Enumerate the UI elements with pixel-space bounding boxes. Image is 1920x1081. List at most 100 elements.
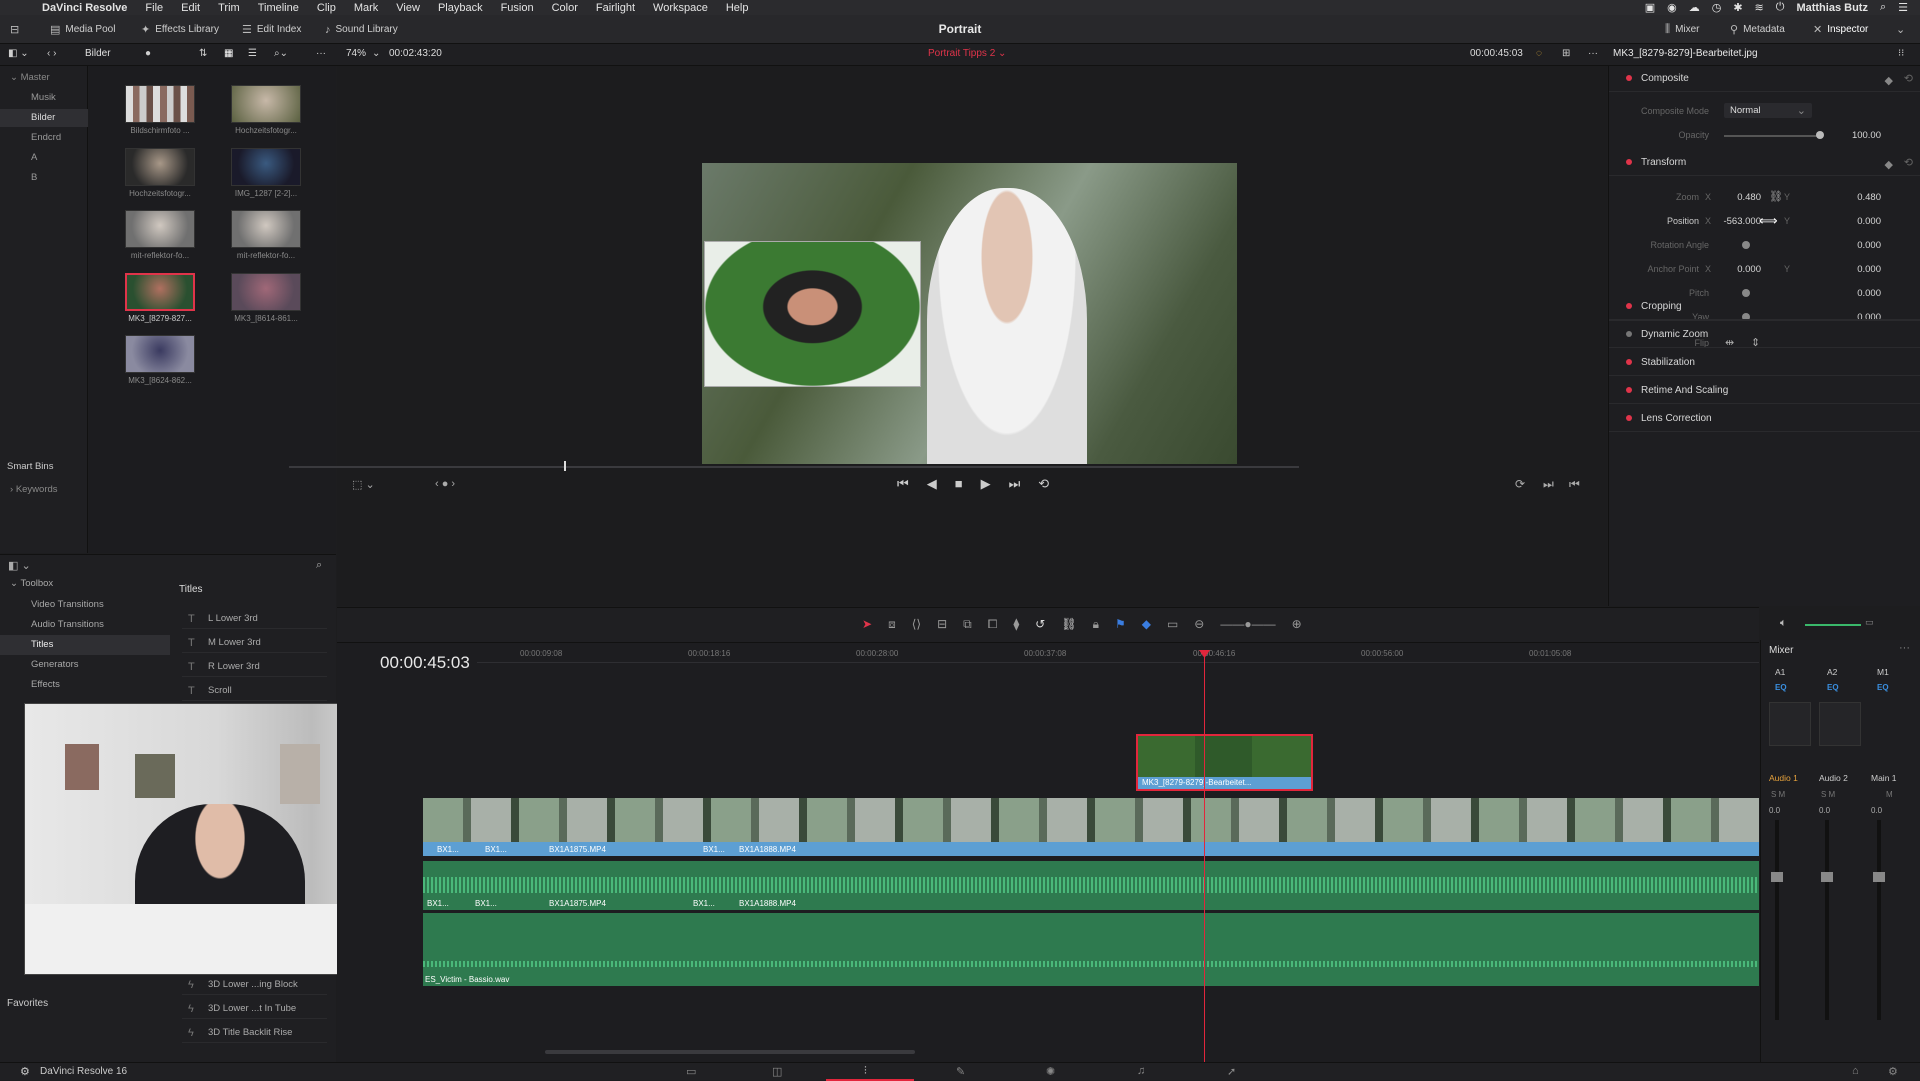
- dim-button[interactable]: ▭: [1865, 617, 1874, 628]
- fx-item[interactable]: Generators: [31, 659, 79, 670]
- expand-icon[interactable]: ⌄: [1896, 21, 1905, 38]
- zoom-y-value[interactable]: 0.480: [1829, 192, 1881, 203]
- fx-item[interactable]: Video Transitions: [31, 599, 104, 610]
- media-thumbnail[interactable]: [125, 85, 195, 123]
- eq-button[interactable]: EQ: [1775, 683, 1787, 692]
- eq-button[interactable]: EQ: [1877, 683, 1889, 692]
- media-thumbnail[interactable]: [231, 148, 301, 186]
- options-icon[interactable]: ···: [316, 48, 326, 59]
- timeline-scrollbar[interactable]: [545, 1050, 915, 1054]
- flag-icon[interactable]: ⚑: [1115, 617, 1126, 632]
- deliver-page-icon[interactable]: ➚: [1227, 1065, 1236, 1078]
- toggle-icon[interactable]: [1626, 75, 1632, 81]
- bin-item[interactable]: A: [0, 149, 88, 167]
- media-thumbnail[interactable]: [125, 148, 195, 186]
- title-preset[interactable]: TR Lower 3rd: [182, 657, 327, 677]
- title-preset[interactable]: ϟ 3D Title Backlit Rise: [182, 1023, 327, 1043]
- menu-help[interactable]: Help: [726, 2, 749, 14]
- search-icon[interactable]: ⌕: [1880, 1, 1886, 14]
- media-pool-button[interactable]: ▤ Media Pool: [50, 21, 115, 38]
- viewer-options-icon[interactable]: ···: [1588, 48, 1598, 59]
- toggle-icon[interactable]: [1626, 331, 1632, 337]
- size-slider[interactable]: ●: [145, 48, 151, 59]
- menu-color[interactable]: Color: [552, 2, 578, 14]
- solo-mute-buttons[interactable]: S M: [1821, 790, 1835, 799]
- menu-edit[interactable]: Edit: [181, 2, 200, 14]
- media-thumbnail[interactable]: [125, 210, 195, 248]
- volume-icon[interactable]: 🔈︎: [1780, 617, 1787, 630]
- prev-edit-icon[interactable]: ⏮: [1569, 477, 1580, 492]
- toggle-icon[interactable]: [1626, 159, 1632, 165]
- bin-master[interactable]: ⌄ Master: [0, 69, 88, 87]
- dual-viewer-icon[interactable]: ⊞: [1562, 48, 1570, 59]
- next-edit-icon[interactable]: ⏭: [1543, 477, 1554, 492]
- title-preset[interactable]: ϟ 3D Lower ...t In Tube: [182, 999, 327, 1019]
- bin-item[interactable]: Bilder: [0, 109, 88, 127]
- composite-mode-dropdown[interactable]: Normal ⌄: [1724, 103, 1812, 118]
- title-preset[interactable]: TL Lower 3rd: [182, 609, 327, 629]
- menu-view[interactable]: View: [396, 2, 420, 14]
- overwrite-clip-icon[interactable]: ⧠: [988, 617, 998, 632]
- menu-clip[interactable]: Clip: [317, 2, 336, 14]
- menu-playback[interactable]: Playback: [438, 2, 483, 14]
- viewer-frame[interactable]: [702, 163, 1237, 464]
- toggle-icon[interactable]: [1626, 359, 1632, 365]
- settings-gear-icon[interactable]: ⚙: [1888, 1065, 1898, 1078]
- loop-icon[interactable]: ⟲: [1038, 476, 1049, 492]
- viewer-zoom[interactable]: 74%: [346, 48, 366, 59]
- rotation-value[interactable]: 0.000: [1829, 240, 1881, 251]
- scrubber-playhead[interactable]: [564, 461, 566, 471]
- workspace-toggle-icon[interactable]: ⊟: [10, 21, 19, 38]
- home-icon[interactable]: ⌂: [1852, 1065, 1859, 1077]
- timeline-name[interactable]: Portrait Tipps 2 ⌄: [928, 48, 1006, 59]
- inspector-options-icon[interactable]: ⁝⁝: [1898, 48, 1904, 59]
- wifi-icon[interactable]: ≋: [1755, 1, 1764, 14]
- media-page-icon[interactable]: ▭: [686, 1065, 696, 1078]
- sort-icon[interactable]: ⇅: [199, 48, 207, 59]
- cloud-icon[interactable]: ☁: [1689, 1, 1700, 14]
- fusion-page-icon[interactable]: ✎: [956, 1065, 965, 1078]
- pan-control[interactable]: [1819, 702, 1861, 746]
- media-thumbnail-selected[interactable]: [125, 273, 195, 311]
- title-preset[interactable]: TM Lower 3rd: [182, 633, 327, 653]
- reset-icon[interactable]: ⟲: [1904, 156, 1913, 169]
- dynamic-trim-icon[interactable]: ⟨⟩: [912, 617, 921, 632]
- color-page-icon[interactable]: ✺: [1046, 1065, 1055, 1078]
- sound-library-button[interactable]: ♪ Sound Library: [325, 21, 398, 38]
- retime-scaling-section[interactable]: Retime And Scaling: [1609, 378, 1920, 404]
- fader-track[interactable]: [1825, 820, 1829, 1020]
- zoom-out-icon[interactable]: ⊖: [1194, 617, 1204, 632]
- effects-library-button[interactable]: ✦ Effects Library: [141, 21, 219, 38]
- link-icon[interactable]: ⛓: [1769, 190, 1783, 203]
- blade-tool-icon[interactable]: ⊟: [937, 617, 947, 632]
- time-machine-icon[interactable]: ◷: [1712, 1, 1722, 14]
- inspector-button[interactable]: ✕ Inspector: [1813, 21, 1868, 38]
- menu-mark[interactable]: Mark: [354, 2, 378, 14]
- clip-sync-icon[interactable]: ◌: [1536, 48, 1542, 59]
- toggle-icon[interactable]: [1626, 415, 1632, 421]
- smart-bin-keywords[interactable]: › Keywords: [0, 481, 88, 499]
- rotation-slider-knob[interactable]: [1742, 241, 1750, 249]
- a1-track[interactable]: BX1... BX1... BX1A1875.MP4 BX1... BX1A18…: [423, 861, 1759, 910]
- sidebar-toggle-icon[interactable]: ◧ ⌄: [8, 48, 29, 59]
- full-extent-zoom-icon[interactable]: ▭: [1167, 617, 1178, 632]
- fader-knob[interactable]: [1873, 872, 1885, 882]
- pan-control[interactable]: [1769, 702, 1811, 746]
- opacity-slider-knob[interactable]: [1816, 131, 1824, 139]
- cut-page-icon[interactable]: ◫: [772, 1065, 782, 1078]
- keyframe-icon[interactable]: ◆: [1885, 74, 1893, 87]
- search-icon[interactable]: ⌕: [316, 559, 322, 572]
- fx-item[interactable]: Effects: [31, 679, 60, 690]
- anchor-y-value[interactable]: 0.000: [1829, 264, 1881, 275]
- fader-knob[interactable]: [1821, 872, 1833, 882]
- match-frame-icon[interactable]: ⟳: [1515, 477, 1525, 491]
- stabilization-section[interactable]: Stabilization: [1609, 350, 1920, 376]
- v2-clip[interactable]: MK3_[8279-8279]-Bearbeitet...: [1136, 734, 1313, 791]
- menu-timeline[interactable]: Timeline: [258, 2, 299, 14]
- display-icon[interactable]: ▣: [1645, 1, 1655, 14]
- position-lock-icon[interactable]: 🔒︎: [1093, 617, 1099, 632]
- keyframe-icon[interactable]: ◆: [1885, 158, 1893, 171]
- mixer-button[interactable]: ⫼ Mixer: [1665, 21, 1700, 38]
- menu-workspace[interactable]: Workspace: [653, 2, 708, 14]
- insert-clip-icon[interactable]: ⧉: [963, 617, 972, 632]
